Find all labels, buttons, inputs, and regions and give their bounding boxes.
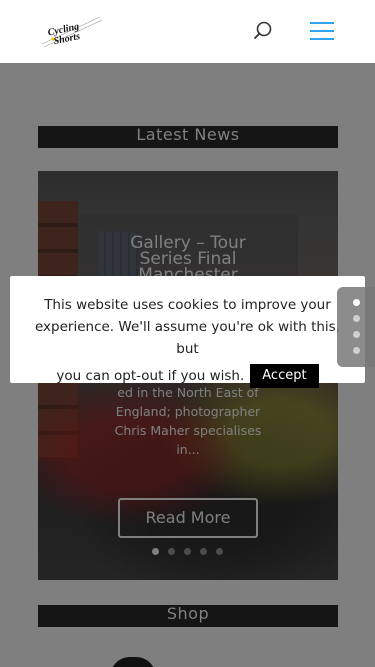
- cookie-message-last-line: you can opt-out if you wish. Accept: [22, 364, 353, 388]
- section-nav-dot[interactable]: [353, 299, 360, 306]
- cookie-message-line: you can opt-out if you wish.: [56, 368, 245, 384]
- section-dot-navigation: [337, 287, 375, 367]
- section-nav-dot[interactable]: [353, 331, 360, 338]
- cookie-message: This website uses cookies to improve you…: [10, 294, 365, 388]
- cookie-message-line: experience. We'll assume you're ok with …: [34, 319, 340, 357]
- site-header: Cycling Shorts: [0, 0, 375, 63]
- cookie-consent-banner: This website uses cookies to improve you…: [10, 276, 365, 388]
- search-icon[interactable]: [252, 20, 274, 42]
- accept-cookies-button[interactable]: Accept: [250, 364, 319, 388]
- section-nav-dot[interactable]: [353, 347, 360, 354]
- hamburger-menu-icon[interactable]: [310, 22, 334, 40]
- section-nav-dot[interactable]: [353, 315, 360, 322]
- cookie-message-line: This website uses cookies to improve you…: [44, 297, 331, 313]
- site-logo[interactable]: Cycling Shorts: [40, 14, 102, 48]
